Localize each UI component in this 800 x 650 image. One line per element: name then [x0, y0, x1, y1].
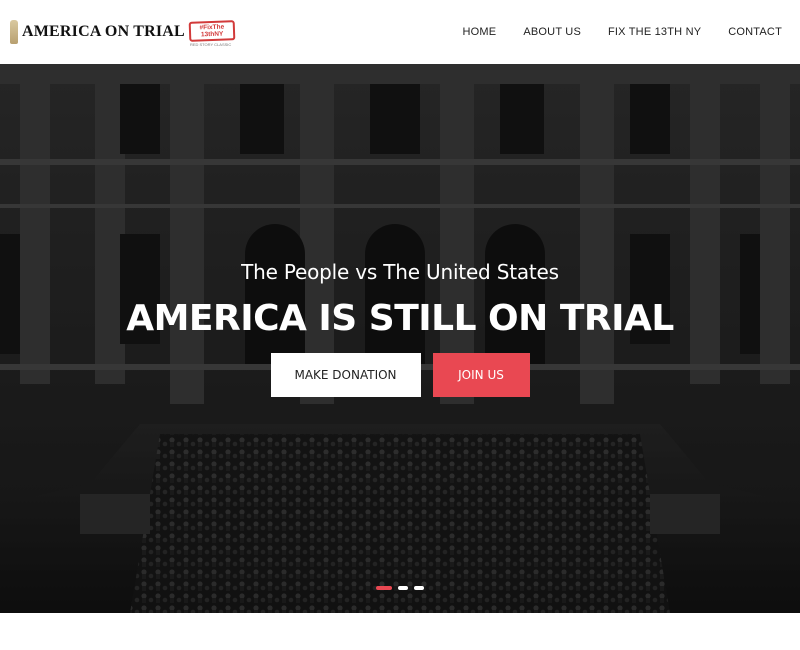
site-logo[interactable]: AMERICA ON TRIAL #FixThe 13thNY RED STOR…	[8, 12, 236, 52]
hero-slider: The People vs The United States AMERICA …	[0, 64, 800, 613]
slider-dot-3[interactable]	[414, 586, 424, 590]
hero-title: AMERICA IS STILL ON TRIAL	[126, 298, 674, 339]
fix-the-13th-badge: #FixThe 13thNY RED STORY CLASSIC	[188, 19, 236, 47]
join-us-button[interactable]: JOIN US	[432, 353, 530, 397]
nav-item-fix-the-13th-ny[interactable]: FIX THE 13TH NY	[608, 26, 701, 38]
badge-subtext: RED STORY CLASSIC	[189, 42, 232, 47]
site-header: AMERICA ON TRIAL #FixThe 13thNY RED STOR…	[0, 0, 800, 64]
nav-item-contact[interactable]: CONTACT	[728, 26, 782, 38]
slider-pagination	[0, 586, 800, 590]
hero-buttons: MAKE DONATION JOIN US	[0, 353, 800, 397]
hero-content: The People vs The United States AMERICA …	[0, 260, 800, 397]
main-nav: HOME ABOUT US FIX THE 13TH NY CONTACT	[436, 26, 782, 38]
badge-line-2: 13thNY	[200, 30, 224, 39]
nav-item-about-us[interactable]: ABOUT US	[523, 26, 581, 38]
make-donation-button[interactable]: MAKE DONATION	[270, 353, 421, 397]
slider-dot-2[interactable]	[398, 586, 408, 590]
statue-torch-icon	[8, 18, 20, 46]
hero-subtitle: The People vs The United States	[241, 260, 559, 284]
page-below-hero	[0, 613, 800, 650]
logo-text: AMERICA ON TRIAL	[22, 23, 185, 40]
nav-item-home[interactable]: HOME	[463, 26, 497, 38]
slider-dot-1[interactable]	[376, 586, 392, 590]
